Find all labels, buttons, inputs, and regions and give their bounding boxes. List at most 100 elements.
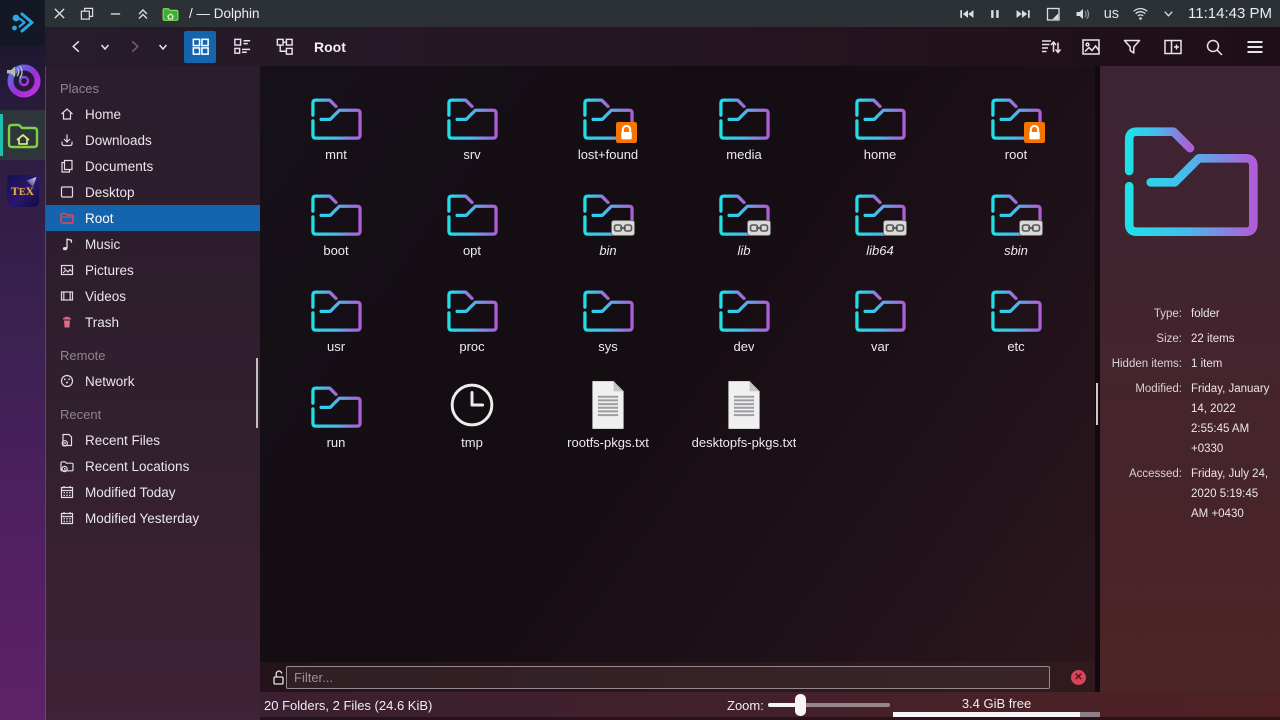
file-item-bin[interactable]: bin bbox=[540, 186, 676, 282]
back-history-dropdown[interactable] bbox=[94, 36, 116, 58]
sort-button[interactable] bbox=[1039, 36, 1061, 58]
places-panel: Places Home Downloads Documents Desktop … bbox=[45, 66, 260, 720]
minimize-icon bbox=[109, 7, 122, 20]
search-button[interactable] bbox=[1203, 36, 1225, 58]
file-item-opt[interactable]: opt bbox=[404, 186, 540, 282]
zoom-slider-handle[interactable] bbox=[795, 694, 806, 716]
file-item-desktopfs-pkgs[interactable]: desktopfs-pkgs.txt bbox=[676, 378, 812, 474]
dock-audio-disc-app[interactable] bbox=[0, 55, 45, 105]
back-button[interactable] bbox=[65, 36, 87, 58]
status-bar: 20 Folders, 2 Files (24.6 KiB) Zoom: 3.4… bbox=[260, 692, 1280, 720]
sidebar-item-network[interactable]: Network bbox=[46, 368, 260, 394]
download-icon bbox=[59, 132, 75, 148]
folder-view[interactable]: mnt srv lost+found media home root bbox=[260, 66, 1095, 662]
sidebar-item-videos[interactable]: Videos bbox=[46, 283, 260, 309]
info-row-size: Size: 22 items bbox=[1104, 329, 1275, 349]
network-icon bbox=[59, 373, 75, 389]
symlink-emblem-icon bbox=[1019, 220, 1043, 236]
forward-history-dropdown[interactable] bbox=[152, 36, 174, 58]
lock-emblem-icon bbox=[1024, 122, 1045, 143]
close-window-button[interactable] bbox=[45, 0, 73, 27]
music-note-icon bbox=[59, 236, 75, 252]
compact-view-button[interactable] bbox=[226, 31, 258, 63]
file-item-root[interactable]: root bbox=[948, 90, 1084, 186]
file-item-boot[interactable]: boot bbox=[268, 186, 404, 282]
folder-icon bbox=[307, 284, 365, 334]
tray-expand-chevron-icon[interactable] bbox=[1162, 7, 1175, 20]
sidebar-item-modified-yesterday[interactable]: Modified Yesterday bbox=[46, 505, 260, 531]
icons-view-button[interactable] bbox=[184, 31, 216, 63]
restore-icon bbox=[80, 7, 94, 21]
file-item-etc[interactable]: etc bbox=[948, 282, 1084, 378]
media-pause-icon[interactable] bbox=[988, 6, 1002, 22]
file-item-rootfs-pkgs[interactable]: rootfs-pkgs.txt bbox=[540, 378, 676, 474]
file-item-srv[interactable]: srv bbox=[404, 90, 540, 186]
split-view-button[interactable] bbox=[1162, 36, 1184, 58]
file-item-lost-found[interactable]: lost+found bbox=[540, 90, 676, 186]
folder-icon bbox=[307, 92, 365, 142]
desktop-icon bbox=[59, 184, 75, 200]
sidebar-item-documents[interactable]: Documents bbox=[46, 153, 260, 179]
file-item-run[interactable]: run bbox=[268, 378, 404, 474]
sidebar-item-recent-files[interactable]: Recent Files bbox=[46, 427, 260, 453]
folder-icon bbox=[715, 284, 773, 334]
folder-icon bbox=[715, 92, 773, 142]
film-icon bbox=[59, 288, 75, 304]
dock-launcher-button[interactable] bbox=[0, 0, 45, 46]
volume-icon[interactable] bbox=[1074, 6, 1091, 22]
sidebar-item-modified-today[interactable]: Modified Today bbox=[46, 479, 260, 505]
breadcrumb-location[interactable]: Root bbox=[314, 39, 346, 55]
file-item-lib[interactable]: lib bbox=[676, 186, 812, 282]
file-item-usr[interactable]: usr bbox=[268, 282, 404, 378]
folder-icon bbox=[307, 188, 365, 238]
symlink-emblem-icon bbox=[883, 220, 907, 236]
sidebar-item-music[interactable]: Music bbox=[46, 231, 260, 257]
lock-toggle-icon[interactable] bbox=[270, 669, 286, 686]
file-item-var[interactable]: var bbox=[812, 282, 948, 378]
preview-toggle-button[interactable] bbox=[1080, 36, 1102, 58]
restore-window-button[interactable] bbox=[73, 0, 101, 27]
nav-group bbox=[45, 36, 174, 58]
file-item-tmp[interactable]: tmp bbox=[404, 378, 540, 474]
sidebar-item-recent-locations[interactable]: Recent Locations bbox=[46, 453, 260, 479]
panel-corner-icon[interactable] bbox=[1045, 6, 1061, 22]
keyboard-layout-indicator[interactable]: us bbox=[1104, 6, 1119, 22]
dock-latex-app[interactable]: TEX bbox=[0, 166, 45, 216]
file-item-dev[interactable]: dev bbox=[676, 282, 812, 378]
sidebar-item-home[interactable]: Home bbox=[46, 101, 260, 127]
file-item-media[interactable]: media bbox=[676, 90, 812, 186]
forward-button[interactable] bbox=[123, 36, 145, 58]
file-item-sys[interactable]: sys bbox=[540, 282, 676, 378]
file-item-sbin[interactable]: sbin bbox=[948, 186, 1084, 282]
info-row-hidden-items: Hidden items: 1 item bbox=[1104, 354, 1275, 374]
shade-window-button[interactable] bbox=[129, 0, 157, 27]
chevrons-up-icon bbox=[136, 7, 150, 21]
minimize-window-button[interactable] bbox=[101, 0, 129, 27]
file-item-proc[interactable]: proc bbox=[404, 282, 540, 378]
close-filter-button[interactable]: ✕ bbox=[1071, 670, 1086, 685]
file-item-mnt[interactable]: mnt bbox=[268, 90, 404, 186]
sidebar-item-downloads[interactable]: Downloads bbox=[46, 127, 260, 153]
filter-toggle-button[interactable] bbox=[1121, 36, 1143, 58]
sidebar-item-desktop[interactable]: Desktop bbox=[46, 179, 260, 205]
folder-icon bbox=[851, 284, 909, 334]
file-item-home[interactable]: home bbox=[812, 90, 948, 186]
home-icon bbox=[59, 106, 75, 122]
wifi-icon[interactable] bbox=[1132, 6, 1149, 22]
media-next-icon[interactable] bbox=[1015, 6, 1032, 22]
folder-icon bbox=[443, 92, 501, 142]
sidebar-item-pictures[interactable]: Pictures bbox=[46, 257, 260, 283]
section-header-remote: Remote bbox=[60, 348, 260, 363]
media-previous-icon[interactable] bbox=[958, 6, 975, 22]
zoom-slider-track[interactable] bbox=[768, 703, 890, 707]
sidebar-item-trash[interactable]: Trash bbox=[46, 309, 260, 335]
filter-input[interactable] bbox=[286, 666, 1050, 689]
clock[interactable]: 11:14:43 PM bbox=[1188, 5, 1272, 22]
tree-view-button[interactable] bbox=[268, 31, 300, 63]
sidebar-item-root[interactable]: Root bbox=[46, 205, 260, 231]
hamburger-menu-button[interactable] bbox=[1244, 36, 1266, 58]
dock-dolphin-app[interactable] bbox=[0, 110, 45, 160]
file-item-lib64[interactable]: lib64 bbox=[812, 186, 948, 282]
system-tray: us 11:14:43 PM bbox=[958, 5, 1280, 22]
folder-icon bbox=[579, 284, 637, 334]
